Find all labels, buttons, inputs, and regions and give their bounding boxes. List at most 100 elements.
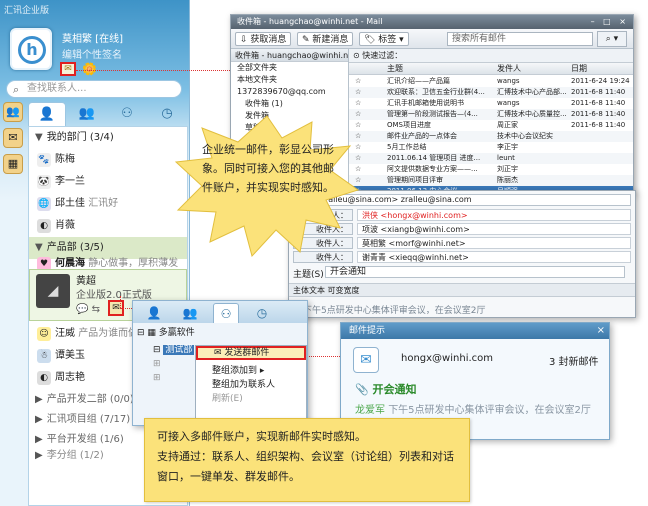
compose-button[interactable]: ✎ 新建消息 — [297, 32, 354, 46]
org-subitem[interactable]: ⊞ — [137, 359, 195, 369]
message-from: 技术中心会议纪实 — [497, 132, 553, 140]
im-window-title: 汇讯企业版 — [4, 6, 50, 16]
folder-item[interactable]: 全部文件夹 — [231, 62, 348, 74]
message-row[interactable]: ☆ 阿文提供数据专业方案——... 刘正宇 — [349, 164, 633, 175]
message-row[interactable]: ☆ 汇讯介绍——产品篇 wangs 2011-6-24 19:24 — [349, 76, 633, 87]
group-label: 李分组 (1/2) — [46, 450, 104, 461]
quick-filter-bar[interactable]: ⊙ 快速过滤： — [349, 49, 633, 63]
message-row[interactable]: ☆ 管理期间项目评审 陈丽杰 — [349, 175, 633, 186]
signature-edit[interactable]: 编辑个性签名 — [62, 46, 122, 61]
message-subject: 欢迎联系：卫信五金行业群(4... — [387, 88, 485, 96]
recipient-address: <xiangb@winhi.com> — [380, 225, 470, 234]
mail-envelope-icon[interactable]: ✉ — [60, 62, 76, 76]
contact-row[interactable]: 🐼 李一兰 — [29, 171, 187, 193]
recipient-name: 谢青青 — [362, 253, 386, 262]
message-list: ⊙ 快速过滤： 主题 发件人 日期 ☆ 汇讯介绍——产品篇 wangs 2011-6-… — [349, 49, 633, 195]
format-toolbar[interactable]: 主体文本 可变宽度 — [289, 283, 635, 297]
mail-account-icon: ✉ — [353, 347, 379, 373]
mail-title-text: 收件箱 - huangchao@winhi.net - Mail — [237, 17, 383, 26]
mail-search-input[interactable]: 搜索所有邮件 — [447, 32, 593, 46]
recipient-name: 莫相繁 — [362, 239, 386, 248]
contacts-app-icon[interactable]: 👥 — [3, 102, 23, 122]
recipient-value[interactable]: 项波 <xiangb@winhi.com> — [357, 223, 631, 235]
folder-item[interactable]: 1372839670@qq.com — [231, 86, 348, 98]
star-icon[interactable]: ☆ — [355, 98, 361, 109]
tab-groups[interactable]: 👥 — [68, 102, 106, 126]
contact-tabs: 👤 👥 ⚇ ◷ — [28, 102, 188, 126]
notification-address[interactable]: hongx@winhi.com — [401, 353, 493, 364]
message-row[interactable]: ☆ 邮件业产品的一点体会 技术中心会议纪实 — [349, 131, 633, 142]
recipient-value[interactable]: 莫相繁 <morf@winhi.net> — [357, 237, 631, 249]
folder-item[interactable]: 本地文件夹 — [231, 74, 348, 86]
col-subject[interactable]: 主题 — [387, 63, 403, 75]
recipient-value[interactable]: 谢青青 <xieqq@winhi.net> — [357, 251, 631, 263]
tag-label: 标签 — [378, 35, 397, 45]
contact-row[interactable]: 🐾 陈梅 — [29, 149, 187, 171]
window-controls[interactable]: – □ × — [591, 15, 629, 29]
message-subject: 阿文提供数据专业方案——... — [387, 165, 478, 173]
tab-recent[interactable]: ◷ — [249, 303, 275, 323]
recipient-address: <hongx@winhi.com> — [380, 211, 468, 220]
receive-button[interactable]: ⇩ 获取消息 — [235, 32, 292, 46]
contact-row[interactable]: ◐ 肖薇 — [29, 215, 187, 237]
contact-avatar-icon: ◐ — [37, 219, 51, 233]
org-subitem[interactable]: ⊞ — [137, 373, 195, 383]
message-from: leunt — [497, 154, 515, 162]
mail-app-icon[interactable]: ✉ — [3, 128, 23, 148]
contact-row[interactable]: 🌐 邱土佳 汇讯好 — [29, 193, 187, 215]
tab-org[interactable]: ⚇ — [108, 102, 146, 126]
subject-input[interactable]: 开会通知 — [325, 266, 625, 278]
tab-org[interactable]: ⚇ — [213, 303, 239, 323]
chat-icon[interactable]: 💬 — [76, 304, 88, 315]
menu-add-group-to[interactable]: 整组添加到 ▸ — [196, 364, 306, 378]
contact-avatar-icon: 🐼 — [37, 175, 51, 189]
notification-subject[interactable]: 📎 开会通知 — [355, 381, 417, 397]
menu-refresh[interactable]: 刷新(E) — [196, 392, 306, 406]
menu-add-as-contacts[interactable]: 整组加为联系人 — [196, 378, 306, 392]
compose-body[interactable]: 下午5点研发中心集体评审会议，在会议室2厅 — [303, 303, 485, 316]
org-department[interactable]: ⊟ 测试部 — [137, 342, 195, 355]
tab-groups[interactable]: 👥 — [177, 303, 203, 323]
message-row[interactable]: ☆ 欢迎联系：卫信五金行业群(4... 汇博技术中心产品部... 2011-6-8 1… — [349, 87, 633, 98]
close-icon[interactable]: × — [597, 323, 605, 339]
feature-callout: 可接入多邮件账户，实现新邮件实时感知。 支持通过：联系人、组织架构、会议室（讨论… — [144, 418, 470, 502]
notification-subject-text: 开会通知 — [372, 383, 417, 396]
user-name-status[interactable]: 莫相繁 [在线] — [62, 30, 123, 45]
star-icon[interactable]: ☆ — [355, 76, 361, 87]
group-label: 汇讯项目组 (7/17) — [46, 414, 131, 425]
tab-contacts[interactable]: 👤 — [141, 303, 167, 323]
message-from: 李正宇 — [497, 143, 518, 151]
new-mail-count[interactable]: 3 封新邮件 — [549, 353, 599, 368]
org-tree-popup: 👤 👥 ⚇ ◷ ⊟ ▦ 多赢软件 ⊟ 测试部 ⊞ ⊞ ✉ 发送群邮件 整组添加到… — [132, 300, 308, 426]
message-row[interactable]: ☆ 汇讯手机邮箱使用说明书 wangs 2011-6-8 11:40 — [349, 98, 633, 109]
message-row[interactable]: ☆ OMS项目进度 周正家 2011-6-8 11:40 — [349, 120, 633, 131]
message-row[interactable]: ☆ 5月工作总结 李正宇 — [349, 142, 633, 153]
contact-search-input[interactable]: ⌕ 查找联系人... — [6, 80, 182, 98]
calendar-app-icon[interactable]: ▦ — [3, 154, 23, 174]
group-my-department[interactable]: ▼ 我的部门 (3/4) — [29, 127, 187, 149]
contact-photo: ◢ — [36, 274, 70, 308]
recipient-name: 项波 — [362, 225, 378, 234]
message-row[interactable]: ☆ 管理第一阶段测试报告—(4... 汇博技术中心质量控... 2011-6-8 11… — [349, 109, 633, 120]
search-icon[interactable]: ⌕ ▾ — [597, 31, 627, 47]
search-placeholder: 查找联系人... — [27, 83, 87, 94]
contact-name: 陈梅 — [55, 154, 75, 165]
contact-name: 汪威 — [55, 328, 75, 339]
org-root-label: 多赢软件 — [158, 328, 195, 338]
tab-contacts[interactable]: 👤 — [28, 102, 66, 126]
mail-toolbar: ⇩ 获取消息 ✎ 新建消息 🏷 标签 ▾ 搜索所有邮件 ⌕ ▾ — [231, 29, 633, 49]
transfer-icon[interactable]: ⇆ — [92, 304, 100, 315]
tag-button[interactable]: 🏷 标签 ▾ — [359, 32, 409, 46]
org-root[interactable]: ⊟ ▦ 多赢软件 — [137, 325, 195, 338]
col-date[interactable]: 日期 — [571, 63, 587, 75]
flower-icon[interactable]: 🌼 — [82, 62, 97, 76]
message-row[interactable]: ☆ 2011.06.14 管理项目 进度... leunt — [349, 153, 633, 164]
user-avatar[interactable]: h — [10, 28, 52, 70]
contact-name: 周志艳 — [55, 372, 85, 383]
star-icon[interactable]: ☆ — [355, 87, 361, 98]
inbox-tab[interactable]: 收件箱 - huangchao@winhi.net — [231, 49, 348, 62]
col-from[interactable]: 发件人 — [497, 63, 521, 75]
folder-item[interactable]: 收件箱 (1) — [231, 98, 348, 110]
menu-send-group-mail[interactable]: ✉ 发送群邮件 — [196, 346, 306, 360]
recipient-value[interactable]: 洪侠 <hongx@winhi.com> — [357, 209, 631, 221]
